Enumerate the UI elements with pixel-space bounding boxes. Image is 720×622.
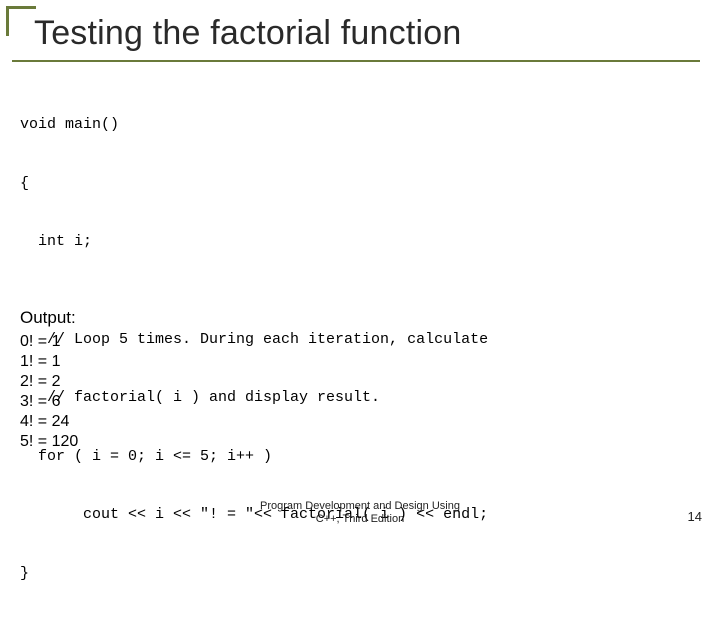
footer-line: Program Development and Design Using xyxy=(0,500,720,513)
footer-line: C++, Third Edition xyxy=(0,513,720,526)
title-underline xyxy=(12,60,700,62)
slide-title: Testing the factorial function xyxy=(34,14,461,53)
code-line: void main() xyxy=(20,115,700,135)
page-number: 14 xyxy=(688,509,702,524)
output-line: 4! = 24 xyxy=(20,412,78,432)
code-block: void main() { int i; // Loop 5 times. Du… xyxy=(20,76,700,622)
corner-ornament xyxy=(6,6,36,36)
slide: Testing the factorial function void main… xyxy=(0,0,720,540)
output-line: 1! = 1 xyxy=(20,352,78,372)
code-line: int i; xyxy=(20,232,700,252)
code-line: for ( i = 0; i <= 5; i++ ) xyxy=(20,447,700,467)
code-line: // factorial( i ) and display result. xyxy=(20,388,700,408)
code-line: } xyxy=(20,564,700,584)
output-label: Output: xyxy=(20,308,76,328)
output-line: 2! = 2 xyxy=(20,372,78,392)
output-block: 0! = 1 1! = 1 2! = 2 3! = 6 4! = 24 5! =… xyxy=(20,332,78,452)
output-line: 0! = 1 xyxy=(20,332,78,352)
code-line: { xyxy=(20,174,700,194)
output-line: 3! = 6 xyxy=(20,392,78,412)
code-line: // Loop 5 times. During each iteration, … xyxy=(20,330,700,350)
footer: Program Development and Design Using C++… xyxy=(0,500,720,526)
output-line: 5! = 120 xyxy=(20,432,78,452)
